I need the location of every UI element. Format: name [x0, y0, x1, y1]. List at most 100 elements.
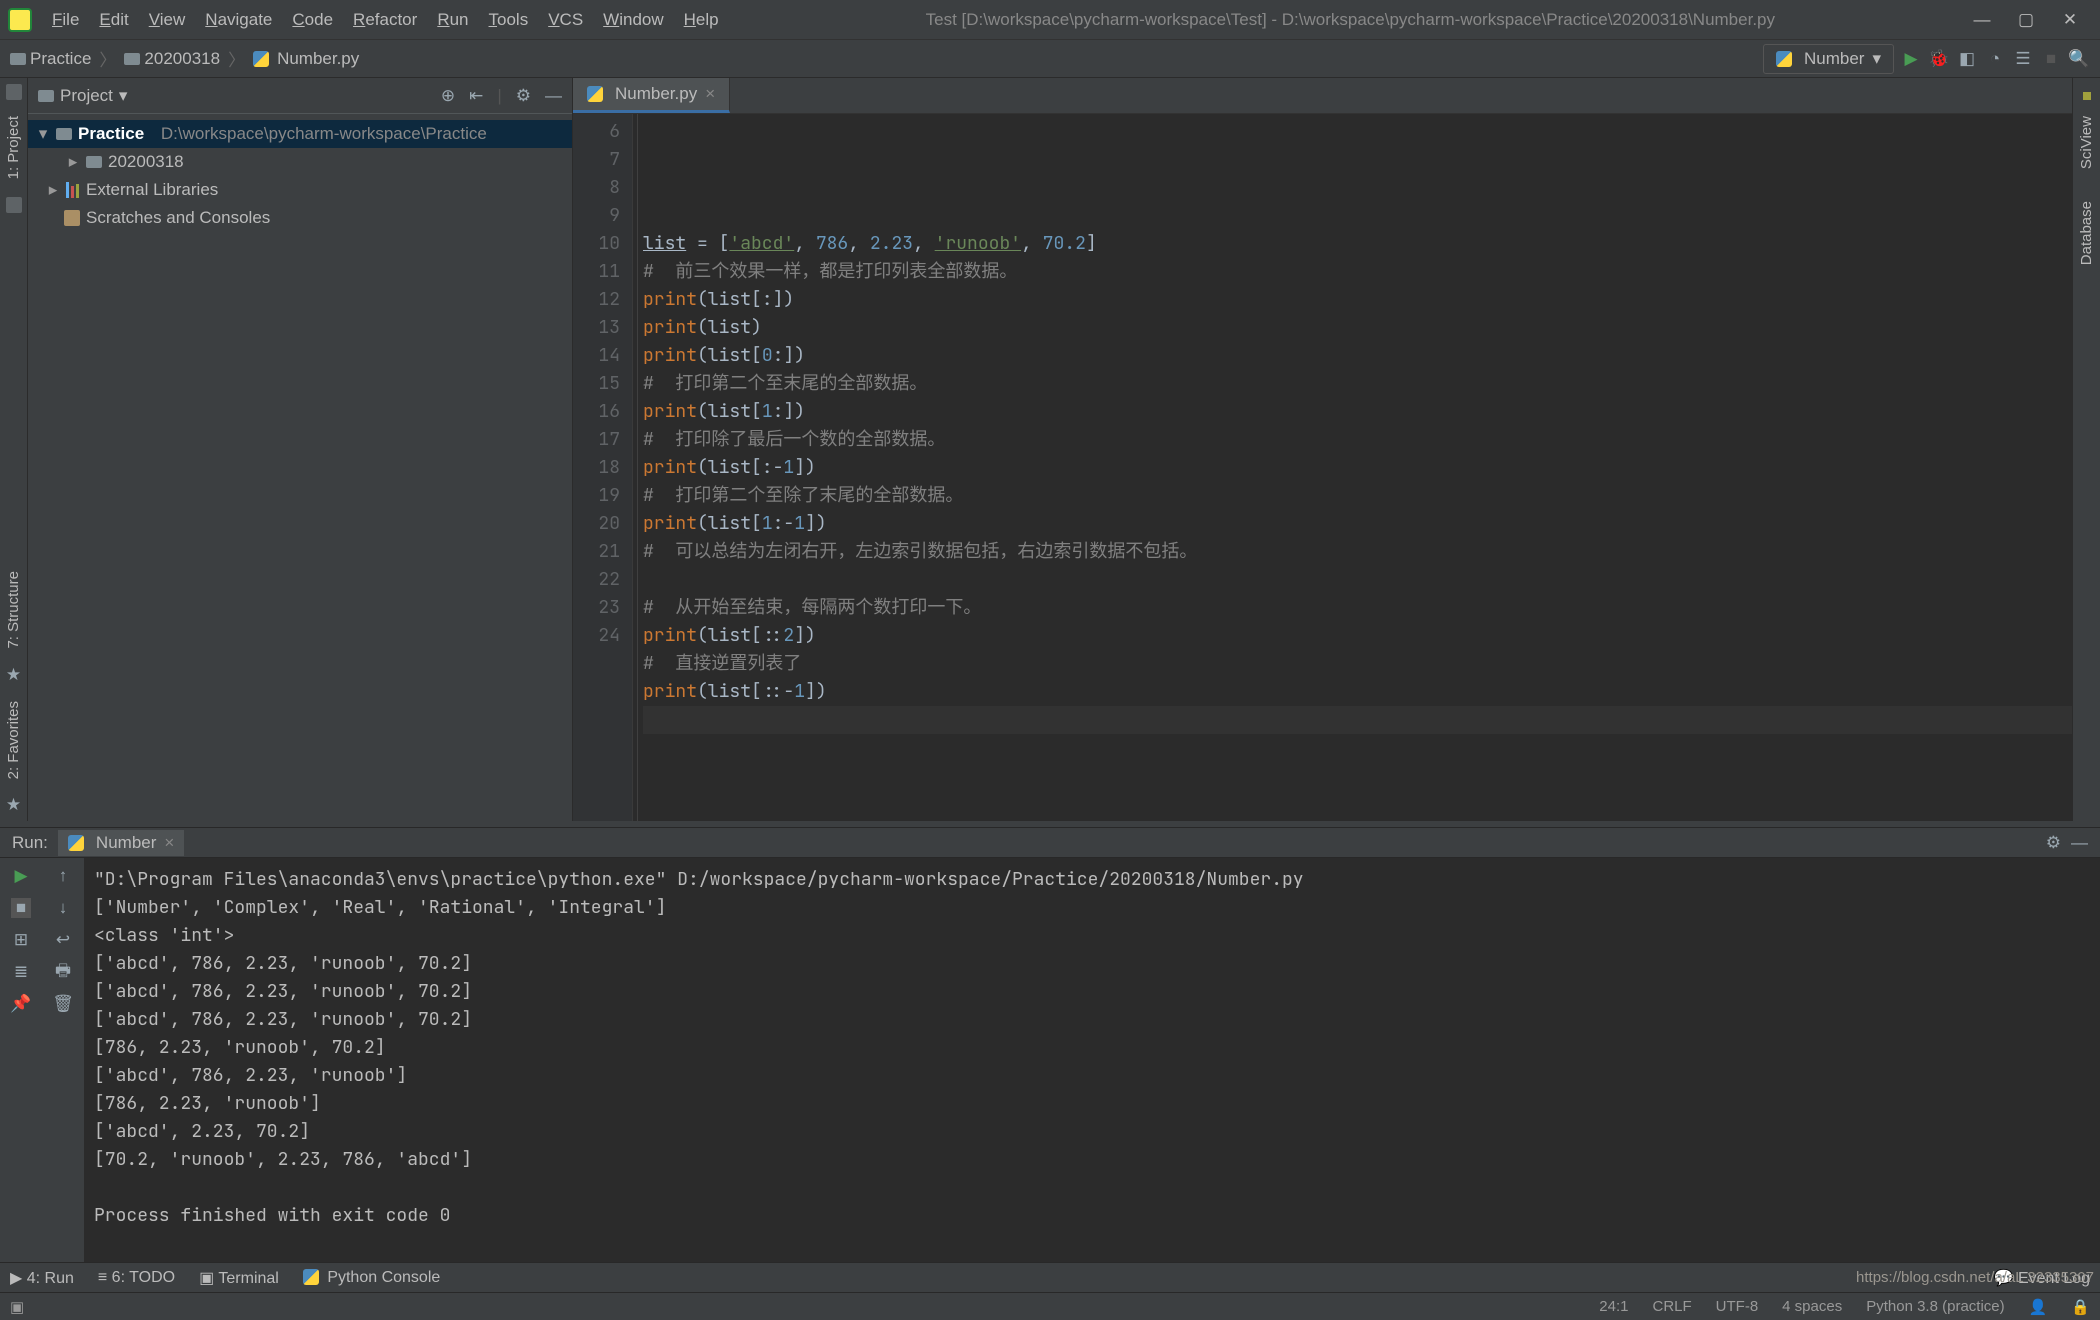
tool-windows-button[interactable]: ▣ [10, 1298, 24, 1316]
breadcrumb-item[interactable]: Number.py [277, 49, 359, 69]
lock-icon[interactable]: 🔒 [2071, 1298, 2090, 1316]
search-everywhere-button[interactable]: 🔍 [2068, 48, 2090, 70]
gear-icon[interactable]: ⚙ [516, 86, 531, 106]
attach-button[interactable]: ☰ [2012, 48, 2034, 70]
structure-tool-tab[interactable]: 7: Structure [3, 563, 24, 657]
project-tool-window: Project ▾ ⊕ ⇤ | ⚙ — ▾ Practice D:\worksp… [28, 78, 573, 821]
pin-button[interactable]: 📌 [11, 994, 31, 1014]
menu-run[interactable]: Run [427, 6, 478, 34]
menu-file[interactable]: File [42, 6, 89, 34]
favorites-tool-tab[interactable]: 2: Favorites [3, 693, 24, 787]
folder-icon [56, 128, 72, 140]
minimize-button[interactable]: — [1972, 10, 1992, 30]
bottom-tool-tabs: ▶ 4: Run ≡ 6: TODO ▣ Terminal Python Con… [0, 1262, 2100, 1292]
print-button[interactable]: 🖶 [53, 962, 73, 982]
debug-button[interactable]: 🐞 [1928, 48, 1950, 70]
up-button[interactable]: ↑ [53, 866, 73, 886]
menu-help[interactable]: Help [674, 6, 729, 34]
python-file-icon [253, 51, 269, 67]
breadcrumb-item[interactable]: Practice [30, 49, 91, 69]
filter-button[interactable]: ≣ [11, 962, 31, 982]
maximize-button[interactable]: ▢ [2016, 10, 2036, 30]
menu-code[interactable]: Code [282, 6, 343, 34]
status-position[interactable]: 24:1 [1599, 1298, 1628, 1315]
close-icon[interactable]: × [164, 833, 174, 853]
pycharm-icon [8, 8, 32, 32]
breadcrumb-item[interactable]: 20200318 [144, 49, 220, 69]
gear-icon[interactable]: ⚙ [2046, 833, 2061, 853]
expand-icon[interactable]: ▸ [66, 152, 80, 172]
grid-icon[interactable] [6, 84, 22, 100]
hide-icon[interactable]: — [545, 86, 562, 106]
editor-tab[interactable]: Number.py × [573, 78, 730, 113]
navigation-bar: Practice 〉 20200318 〉 Number.py Number ▾… [0, 40, 2100, 78]
star-icon: ★ [6, 795, 21, 815]
inspection-icon[interactable]: 👤 [2029, 1298, 2048, 1316]
tree-root[interactable]: ▾ Practice D:\workspace\pycharm-workspac… [28, 120, 572, 148]
folder-icon [10, 53, 26, 65]
menu-window[interactable]: Window [593, 6, 673, 34]
coverage-button[interactable]: ◧ [1956, 48, 1978, 70]
menu-navigate[interactable]: Navigate [195, 6, 282, 34]
status-line-sep[interactable]: CRLF [1653, 1298, 1692, 1315]
run-header-label: Run: [12, 833, 48, 853]
menu-edit[interactable]: Edit [89, 6, 138, 34]
tree-item-libs[interactable]: ▸ External Libraries [28, 176, 572, 204]
close-button[interactable]: ✕ [2060, 10, 2080, 30]
layout-button[interactable]: ⊞ [11, 930, 31, 950]
terminal-tab-button[interactable]: ▣ Terminal [199, 1268, 279, 1288]
scratch-icon [64, 210, 80, 226]
status-interpreter[interactable]: Python 3.8 (practice) [1866, 1298, 2004, 1315]
folder-icon [124, 53, 140, 65]
project-tree[interactable]: ▾ Practice D:\workspace\pycharm-workspac… [28, 114, 572, 238]
code-editor[interactable]: list = ['abcd', 786, 2.23, 'runoob', 70.… [633, 114, 2072, 821]
hide-icon[interactable]: — [2071, 833, 2088, 853]
profile-button[interactable]: ◔ [1984, 48, 2006, 70]
todo-tab-button[interactable]: ≡ 6: TODO [98, 1269, 175, 1287]
expand-icon[interactable]: ▸ [46, 180, 60, 200]
locate-icon[interactable]: ⊕ [441, 86, 455, 106]
close-icon[interactable]: × [705, 84, 715, 104]
project-tool-tab[interactable]: 1: Project [3, 108, 24, 187]
project-panel-header: Project ▾ ⊕ ⇤ | ⚙ — [28, 78, 572, 114]
status-indent[interactable]: 4 spaces [1782, 1298, 1842, 1315]
run-config-selector[interactable]: Number ▾ [1763, 44, 1894, 74]
sciview-tool-tab[interactable]: SciView [2076, 108, 2097, 177]
folder-icon[interactable] [6, 197, 22, 213]
menu-tools[interactable]: Tools [479, 6, 539, 34]
tree-item[interactable]: ▸ 20200318 [28, 148, 572, 176]
project-panel-title[interactable]: Project [60, 86, 113, 106]
line-gutter[interactable]: 6789101112131415161718192021222324 [573, 114, 633, 821]
stop-button[interactable]: ■ [11, 898, 31, 918]
menu-vcs[interactable]: VCS [538, 6, 593, 34]
menu-bar: FileEditViewNavigateCodeRefactorRunTools… [42, 6, 729, 34]
status-bar: ▣ 24:1 CRLF UTF-8 4 spaces Python 3.8 (p… [0, 1292, 2100, 1320]
chevron-down-icon[interactable]: ▾ [119, 86, 128, 106]
run-toolbar-secondary: ↑ ↓ ↩ 🖶 🗑 [42, 858, 84, 1262]
down-button[interactable]: ↓ [53, 898, 73, 918]
chevron-down-icon: ▾ [1872, 49, 1881, 69]
tree-item-scratches[interactable]: Scratches and Consoles [28, 204, 572, 232]
console-output[interactable]: "D:\Program Files\anaconda3\envs\practic… [84, 858, 2100, 1262]
status-encoding[interactable]: UTF-8 [1716, 1298, 1759, 1315]
editor-area: Number.py × 6789101112131415161718192021… [573, 78, 2072, 821]
run-tab-button[interactable]: ▶ 4: Run [10, 1268, 74, 1288]
expand-icon[interactable]: ▾ [36, 124, 50, 144]
window-controls: — ▢ ✕ [1972, 10, 2092, 30]
analysis-marker[interactable] [2083, 92, 2091, 100]
run-button[interactable]: ▶ [1900, 48, 1922, 70]
python-file-icon [68, 835, 84, 851]
menu-view[interactable]: View [139, 6, 196, 34]
run-tab[interactable]: Number × [58, 830, 184, 856]
collapse-icon[interactable]: ⇤ [469, 86, 483, 106]
database-tool-tab[interactable]: Database [2076, 193, 2097, 273]
stop-button[interactable]: ■ [2040, 48, 2062, 70]
run-header: Run: Number × ⚙ — [0, 828, 2100, 858]
right-tool-stripe: SciView Database [2072, 78, 2100, 821]
rerun-button[interactable]: ▶ [11, 866, 31, 886]
menu-refactor[interactable]: Refactor [343, 6, 427, 34]
trash-button[interactable]: 🗑 [53, 994, 73, 1014]
python-console-tab-button[interactable]: Python Console [303, 1269, 440, 1287]
wrap-button[interactable]: ↩ [53, 930, 73, 950]
star-icon[interactable]: ★ [6, 665, 21, 685]
